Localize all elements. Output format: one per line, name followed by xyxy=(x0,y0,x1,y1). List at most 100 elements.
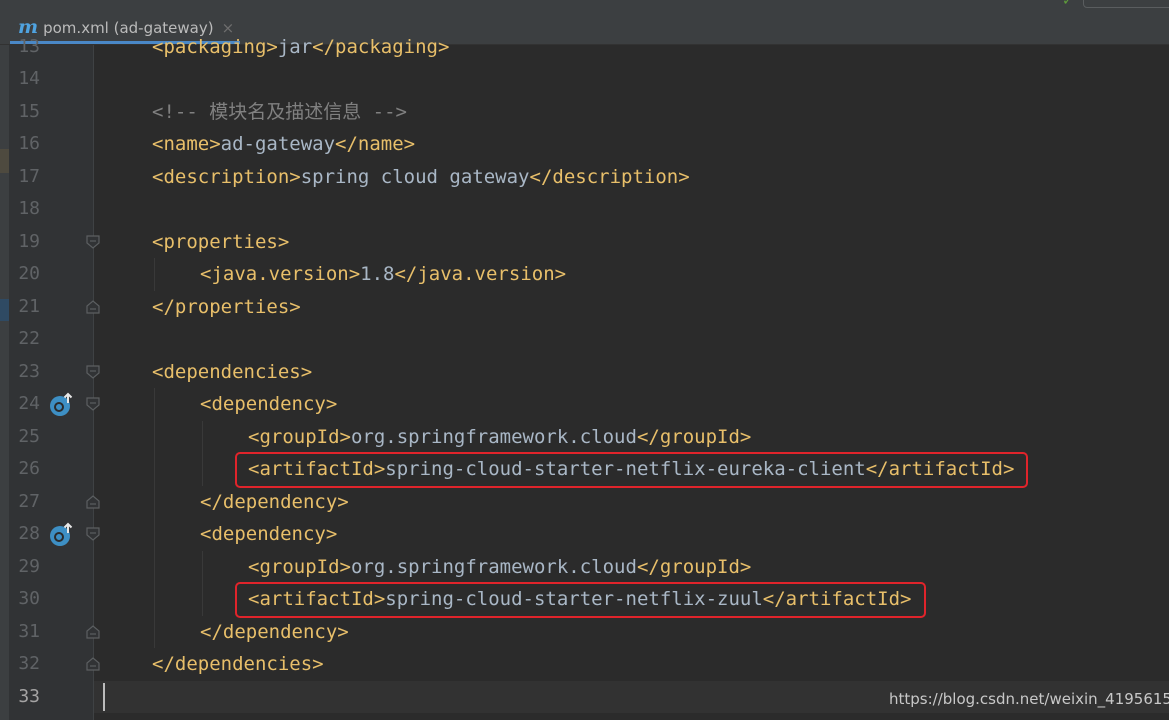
fold-open-icon[interactable] xyxy=(86,364,100,379)
fold-close-icon[interactable] xyxy=(86,494,100,509)
xml-tag: <java.version> xyxy=(200,263,361,285)
fold-open-icon[interactable] xyxy=(86,397,100,411)
fold-close-icon[interactable] xyxy=(86,299,100,314)
highlight-box xyxy=(235,452,1029,488)
code-line[interactable]: 19 <properties> xyxy=(0,226,1169,259)
code-line[interactable]: 30 <artifactId>spring-cloud-starter-netfl… xyxy=(0,582,1169,618)
toolbar-button[interactable] xyxy=(1083,0,1169,8)
code-line[interactable]: 20 <java.version>1.8</java.version> xyxy=(0,258,1169,291)
xml-tag: <dependency> xyxy=(200,393,338,415)
line-number: 25 xyxy=(18,425,40,447)
line-number: 27 xyxy=(18,490,40,512)
override-dependency-icon[interactable] xyxy=(49,392,74,417)
code-line[interactable]: 13 <packaging>jar</packaging> xyxy=(0,31,1169,64)
line-number: 33 xyxy=(18,685,40,707)
code-line[interactable]: 17 <description>spring cloud gateway</des… xyxy=(0,161,1169,194)
code-text: <dependency> xyxy=(200,518,337,550)
indent-guide xyxy=(202,420,203,453)
code-text: </dependency> xyxy=(200,486,349,518)
xml-tag: </groupId> xyxy=(636,425,752,448)
code-text: <description>spring cloud gateway</descr… xyxy=(152,161,690,193)
code-line[interactable]: 27 </dependency> xyxy=(0,485,1169,518)
xml-comment: <!-- 模块名及描述信息 --> xyxy=(152,100,407,123)
line-number: 21 xyxy=(18,295,40,317)
code-line[interactable]: 26 <artifactId>spring-cloud-starter-netfl… xyxy=(0,452,1169,488)
xml-value: org.springframework.cloud xyxy=(350,555,637,578)
line-number: 14 xyxy=(18,68,40,89)
line-number: 31 xyxy=(18,620,40,642)
line-number: 23 xyxy=(18,360,40,382)
code-text: <groupId>org.springframework.cloud</grou… xyxy=(248,421,751,453)
line-number: 32 xyxy=(18,653,40,674)
code-text: </properties> xyxy=(152,291,301,323)
xml-tag: </java.version> xyxy=(394,263,567,285)
code-text: <dependencies> xyxy=(152,356,312,388)
code-text: </dependency> xyxy=(200,616,349,648)
code-text: <dependency> xyxy=(200,388,337,420)
xml-value: ad-gateway xyxy=(220,133,336,155)
indent-guide xyxy=(202,453,203,486)
highlight-box xyxy=(235,582,926,618)
indent-guide xyxy=(154,453,155,486)
xml-tag: <groupId> xyxy=(248,425,351,448)
code-text: <properties> xyxy=(152,226,289,258)
indent-guide xyxy=(154,485,155,518)
line-number: 13 xyxy=(18,35,40,57)
code-line[interactable]: 16 <name>ad-gateway</name> xyxy=(0,128,1169,161)
indent-guide xyxy=(202,583,203,616)
fold-open-icon[interactable] xyxy=(86,527,100,541)
line-number: 22 xyxy=(18,328,40,349)
code-text: </dependencies> xyxy=(152,648,324,680)
line-number: 16 xyxy=(18,133,40,154)
indent-guide xyxy=(154,518,155,551)
xml-tag: <name> xyxy=(152,133,221,155)
code-line[interactable]: 23 <dependencies> xyxy=(0,356,1169,389)
line-number: 30 xyxy=(18,588,40,609)
code-line[interactable]: 25 <groupId>org.springframework.cloud</gr… xyxy=(0,420,1169,453)
xml-tag: <properties> xyxy=(152,230,290,253)
indent-guide xyxy=(154,550,155,583)
code-text: <packaging>jar</packaging> xyxy=(152,31,449,63)
checkmark-icon: ✓ xyxy=(1062,0,1074,9)
code-line[interactable]: 15 <!-- 模块名及描述信息 --> xyxy=(0,96,1169,129)
xml-tag: </dependencies> xyxy=(152,653,324,675)
line-number: 17 xyxy=(18,165,40,187)
xml-tag: </dependency> xyxy=(200,620,349,643)
xml-value: spring cloud gateway xyxy=(300,165,530,188)
fold-close-icon[interactable] xyxy=(86,624,100,639)
indent-guide xyxy=(154,615,155,648)
code-line[interactable]: 28 <dependency> xyxy=(0,518,1169,551)
xml-value: 1.8 xyxy=(360,263,395,285)
code-line[interactable]: 29 <groupId>org.springframework.cloud</gr… xyxy=(0,550,1169,583)
code-line[interactable]: 14 xyxy=(0,63,1169,96)
line-number: 28 xyxy=(18,523,40,544)
xml-tag: <groupId> xyxy=(248,555,351,578)
xml-tag: <dependencies> xyxy=(152,360,313,383)
xml-tag: <description> xyxy=(152,165,301,188)
code-line[interactable]: 18 xyxy=(0,193,1169,226)
text-caret xyxy=(103,682,105,711)
code-text: <groupId>org.springframework.cloud</grou… xyxy=(248,551,751,583)
code-line[interactable]: 21 </properties> xyxy=(0,291,1169,324)
line-number: 24 xyxy=(18,393,40,414)
line-number: 20 xyxy=(18,263,40,284)
xml-value: org.springframework.cloud xyxy=(350,425,637,448)
xml-tag: </groupId> xyxy=(636,555,752,578)
code-line[interactable]: 22 xyxy=(0,323,1169,356)
override-dependency-icon[interactable] xyxy=(49,522,74,547)
code-line[interactable]: 32 </dependencies> xyxy=(0,648,1169,681)
indent-guide xyxy=(154,420,155,453)
watermark: https://blog.csdn.net/weixin_41956151 xyxy=(889,690,1169,708)
indent-guide xyxy=(154,258,155,291)
xml-tag: <packaging> xyxy=(152,35,278,58)
xml-tag: </description> xyxy=(529,165,690,188)
code-text: <!-- 模块名及描述信息 --> xyxy=(152,96,407,128)
code-line[interactable]: 31 </dependency> xyxy=(0,615,1169,648)
line-number: 29 xyxy=(18,555,40,577)
xml-value: jar xyxy=(277,35,313,58)
fold-close-icon[interactable] xyxy=(86,657,100,671)
indent-guide xyxy=(202,550,203,583)
code-line[interactable]: 24 <dependency> xyxy=(0,388,1169,421)
xml-tag: </dependency> xyxy=(200,490,349,513)
fold-open-icon[interactable] xyxy=(86,234,100,249)
